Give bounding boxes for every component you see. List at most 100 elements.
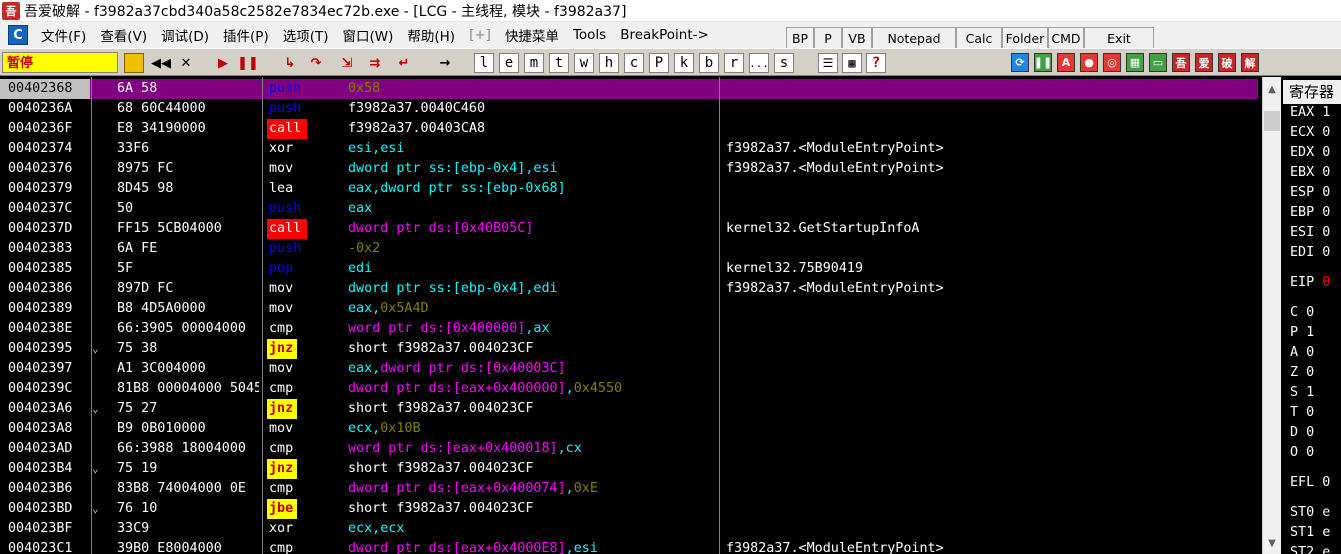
view-button-12[interactable]: s (774, 53, 794, 73)
close-icon[interactable]: ✕ (176, 53, 196, 73)
view-button-3[interactable]: t (549, 53, 569, 73)
menu-item-1[interactable]: 查看(V) (93, 25, 154, 45)
disasm-row[interactable]: 00402379 8D45 98 lea eax,dword ptr ss:[ebp-… (0, 179, 1258, 199)
record-icon[interactable]: ● (1080, 53, 1098, 72)
disasm-row[interactable]: 00402389 B8 4D5A0000 mov eax,0x5A4D (0, 299, 1258, 319)
registers-pane[interactable]: 寄存器 EAX 1 ECX 0 EDX 0 EBX 0 ESP 0 EBP 0 ESI 0 E… (1283, 77, 1341, 554)
register-edx[interactable]: EDX 0 (1290, 145, 1330, 160)
rewind-icon[interactable]: ◀◀ (150, 53, 172, 73)
disasm-row[interactable]: 004023C1 39B0 E8004000 cmp dword ptr ds:[ea… (0, 539, 1258, 554)
open-folder-icon[interactable] (124, 53, 144, 73)
disasm-row[interactable]: 004023AD 66:3988 18004000 cmp word ptr ds:[… (0, 439, 1258, 459)
register-p[interactable]: P 1 (1290, 325, 1314, 340)
plugin-button-calc[interactable]: Calc (956, 27, 1002, 49)
register-esi[interactable]: ESI 0 (1290, 225, 1330, 240)
破-icon[interactable]: 破 (1218, 53, 1236, 72)
grid-icon[interactable]: ▦ (1126, 53, 1144, 72)
menu-item-2[interactable]: 调试(D) (154, 25, 216, 45)
view-button-2[interactable]: m (524, 53, 544, 73)
plugin-button-bp[interactable]: BP (786, 27, 814, 49)
register-ebx[interactable]: EBX 0 (1290, 165, 1330, 180)
disasm-row[interactable]: 004023B6 83B8 74004000 0E cmp dword ptr ds:… (0, 479, 1258, 499)
disasm-row[interactable]: 004023BF 33C9 xor ecx,ecx (0, 519, 1258, 539)
吾-icon[interactable]: 吾 (1172, 53, 1190, 72)
execute-till-return-icon[interactable]: ↵ (393, 53, 415, 73)
trace-over-icon[interactable]: ⇉ (364, 53, 386, 73)
scroll-up-icon[interactable]: ▲ (1263, 81, 1281, 97)
爱-icon[interactable]: 爱 (1195, 53, 1213, 72)
register-eax[interactable]: EAX 1 (1290, 105, 1330, 120)
menu-item-0[interactable]: 文件(F) (34, 25, 93, 45)
pause-icon[interactable]: ❚❚ (1034, 53, 1052, 72)
menu-item-7[interactable]: [+] (462, 27, 498, 43)
register-ecx[interactable]: ECX 0 (1290, 125, 1330, 140)
register-eip[interactable]: EIP 0 (1290, 275, 1330, 290)
scrollbar-thumb[interactable] (1264, 111, 1280, 131)
plugin-button-folder[interactable]: Folder (1002, 27, 1048, 49)
cpu-window-icon[interactable]: C (8, 25, 28, 45)
register-d[interactable]: D 0 (1290, 425, 1314, 440)
step-over-icon[interactable]: ↷ (305, 53, 327, 73)
register-t[interactable]: T 0 (1290, 405, 1314, 420)
disasm-row[interactable]: 0040237D FF15 5CB04000 call dword ptr ds:[0… (0, 219, 1258, 239)
trace-into-icon[interactable]: ⇲ (336, 53, 358, 73)
disasm-row[interactable]: 00402386 897D FC mov dword ptr ss:[ebp-0x4]… (0, 279, 1258, 299)
view-button-8[interactable]: k (674, 53, 694, 73)
register-ebp[interactable]: EBP 0 (1290, 205, 1330, 220)
view-button-5[interactable]: h (599, 53, 619, 73)
disasm-row[interactable]: 0040239C 81B8 00004000 50450000 cmp dword p… (0, 379, 1258, 399)
disasm-row[interactable]: 00402376 8975 FC mov dword ptr ss:[ebp-0x4]… (0, 159, 1258, 179)
disasm-row[interactable]: 004023BD ⌄ 76 10 jbe short f3982a37.004023CF (0, 499, 1258, 519)
register-edi[interactable]: EDI 0 (1290, 245, 1330, 260)
plugin-button-exit[interactable]: Exit (1084, 27, 1154, 49)
menu-item-9[interactable]: Tools (566, 27, 613, 43)
menu-item-5[interactable]: 窗口(W) (336, 25, 401, 45)
view-button-7[interactable]: P (649, 53, 669, 73)
plugin-button-cmd[interactable]: CMD (1048, 27, 1084, 49)
disasm-row[interactable]: 004023A6 ⌄ 75 27 jnz short f3982a37.004023CF (0, 399, 1258, 419)
view-button-4[interactable]: w (574, 53, 594, 73)
解-icon[interactable]: 解 (1241, 53, 1259, 72)
disasm-row[interactable]: 004023B4 ⌄ 75 19 jnz short f3982a37.004023CF (0, 459, 1258, 479)
run-icon[interactable]: ▶ (213, 53, 233, 73)
step-into-icon[interactable]: ↳ (279, 53, 301, 73)
register-st0[interactable]: ST0 e (1290, 505, 1330, 520)
menu-item-8[interactable]: 快捷菜单 (498, 25, 566, 45)
structure-view-icon[interactable]: ▦ (842, 53, 862, 73)
A-icon[interactable]: A (1057, 53, 1075, 72)
register-z[interactable]: Z 0 (1290, 365, 1314, 380)
view-button-9[interactable]: b (699, 53, 719, 73)
disasm-row[interactable]: 0040236F E8 34190000 call f3982a37.00403CA8 (0, 119, 1258, 139)
go-to-icon[interactable]: → (434, 53, 456, 73)
disassembly-pane[interactable]: 00402368 6A 58 push 0x58 0040236A 68 60C44000… (0, 77, 1258, 554)
view-button-0[interactable]: l (474, 53, 494, 73)
disasm-row[interactable]: 004023A8 B9 0B010000 mov ecx,0x10B (0, 419, 1258, 439)
register-o[interactable]: O 0 (1290, 445, 1314, 460)
list-view-icon[interactable]: ☰ (818, 53, 838, 73)
plugin-button-p[interactable]: P (814, 27, 842, 49)
register-efl[interactable]: EFL 0 (1290, 475, 1330, 490)
view-button-11[interactable]: ... (749, 53, 769, 73)
disasm-row[interactable]: 0040238E 66:3905 00004000 cmp word ptr ds:[… (0, 319, 1258, 339)
view-button-1[interactable]: e (499, 53, 519, 73)
monitor-icon[interactable]: ▭ (1149, 53, 1167, 72)
disasm-row[interactable]: 00402385 5F pop edi kernel32.75B90419 (0, 259, 1258, 279)
register-st2[interactable]: ST2 e (1290, 545, 1330, 554)
disasm-row[interactable]: 00402397 A1 3C004000 mov eax,dword ptr ds:[… (0, 359, 1258, 379)
view-button-6[interactable]: c (624, 53, 644, 73)
register-s[interactable]: S 1 (1290, 385, 1314, 400)
target-icon[interactable]: ◎ (1103, 53, 1121, 72)
disasm-row[interactable]: 0040236A 68 60C44000 push f3982a37.0040C460 (0, 99, 1258, 119)
refresh-icon[interactable]: ⟳ (1011, 53, 1029, 72)
disasm-row[interactable]: 00402374 33F6 xor esi,esi f3982a37.<ModuleEn… (0, 139, 1258, 159)
disasm-row[interactable]: 00402368 6A 58 push 0x58 (0, 79, 1258, 99)
disasm-row[interactable]: 00402383 6A FE push -0x2 (0, 239, 1258, 259)
plugin-button-vb[interactable]: VB (842, 27, 872, 49)
scroll-down-icon[interactable]: ▼ (1263, 535, 1281, 551)
disasm-row[interactable]: 00402395 ⌄ 75 38 jnz short f3982a37.004023CF (0, 339, 1258, 359)
menu-item-4[interactable]: 选项(T) (276, 25, 336, 45)
menu-item-6[interactable]: 帮助(H) (400, 25, 462, 45)
register-st1[interactable]: ST1 e (1290, 525, 1330, 540)
plugin-button-notepad[interactable]: Notepad (872, 27, 956, 49)
menu-item-10[interactable]: BreakPoint-> (613, 27, 716, 43)
